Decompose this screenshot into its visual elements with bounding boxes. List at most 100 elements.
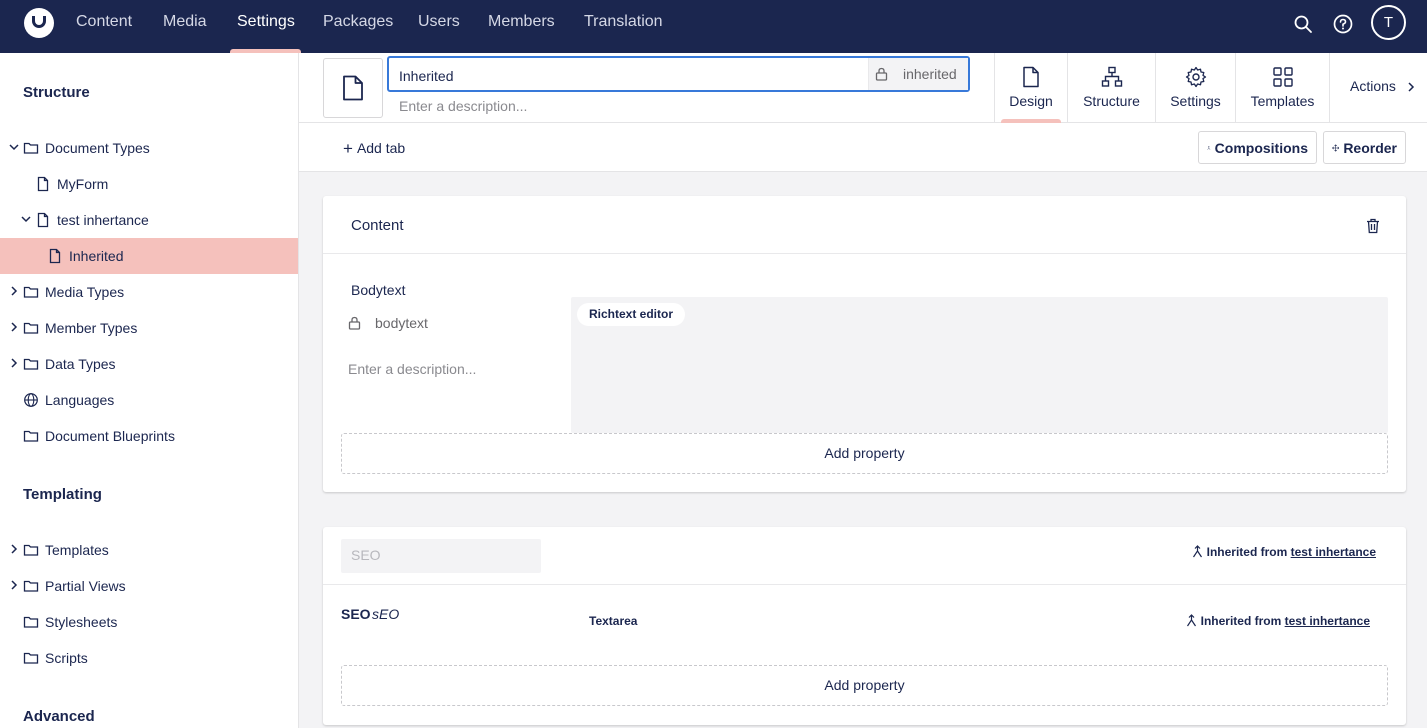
tree-item-label: Data Types: [45, 356, 116, 372]
property-alias: bodytext: [375, 315, 428, 331]
tree-item-label: Stylesheets: [45, 614, 118, 630]
umbraco-logo-icon[interactable]: [24, 8, 54, 38]
lock-icon[interactable]: [875, 67, 888, 81]
tab-structure[interactable]: Structure: [1067, 53, 1155, 123]
tab-label: Structure: [1083, 93, 1140, 109]
chevron-right-icon[interactable]: [8, 579, 20, 591]
tree-item-label: test inhertance: [57, 212, 149, 228]
group-header: Content: [323, 196, 1406, 254]
name-input[interactable]: Inherited inherited: [387, 56, 970, 92]
group-name-input: SEO: [341, 539, 541, 573]
nav-content[interactable]: Content: [76, 13, 132, 31]
chevron-right-icon[interactable]: [8, 357, 20, 369]
document-icon: [343, 75, 363, 101]
nav-translation[interactable]: Translation: [584, 13, 663, 31]
tree-item-label: Templates: [45, 542, 109, 558]
add-tab-button[interactable]: + Add tab: [343, 138, 405, 158]
inherited-prefix: Inherited from: [1200, 614, 1282, 628]
help-icon[interactable]: [1333, 14, 1353, 34]
alias-field[interactable]: inherited: [868, 58, 968, 90]
tab-templates[interactable]: Templates: [1235, 53, 1329, 123]
nav-settings[interactable]: Settings: [237, 13, 295, 31]
editor-header: Inherited inherited Enter a description.…: [299, 53, 1427, 123]
tree-item-label: Document Types: [45, 140, 150, 156]
chevron-down-icon[interactable]: [20, 213, 32, 225]
tab-label: Design: [1009, 93, 1053, 109]
reorder-label: Reorder: [1343, 139, 1397, 156]
folder-icon: [23, 358, 39, 370]
inherited-prefix: Inherited from: [1206, 545, 1288, 559]
tree-item-label: MyForm: [57, 176, 109, 192]
tab-design[interactable]: Design: [994, 53, 1067, 123]
group-card-content: Content Bodytext bodytext Enter a descri…: [323, 196, 1406, 492]
tab-label: Templates: [1250, 93, 1315, 109]
user-avatar[interactable]: T: [1371, 5, 1406, 40]
add-property-button[interactable]: Add property: [341, 665, 1388, 706]
property-editor-name: Textarea: [589, 614, 638, 628]
lock-icon[interactable]: [348, 316, 361, 330]
nav-media[interactable]: Media: [163, 13, 207, 31]
templates-grid-icon: [1273, 67, 1293, 87]
chevron-down-icon[interactable]: [8, 141, 20, 153]
merge-arrow-icon: [1193, 545, 1203, 558]
document-icon: [1023, 66, 1039, 88]
tree-item-label: Media Types: [45, 284, 125, 300]
sidebar: Structure Document Types MyForm test inh…: [0, 53, 299, 728]
add-tab-label: Add tab: [356, 140, 406, 156]
tree-item-member-types[interactable]: Member Types: [0, 310, 298, 346]
tree-item-stylesheets[interactable]: Stylesheets: [0, 604, 298, 640]
chevron-right-icon: [1408, 82, 1415, 92]
tree-item-myform[interactable]: MyForm: [0, 166, 298, 202]
nav-packages[interactable]: Packages: [323, 13, 393, 31]
description-input[interactable]: Enter a description...: [399, 98, 527, 114]
nav-members[interactable]: Members: [488, 13, 555, 31]
property-editor-preview[interactable]: Richtext editor: [571, 297, 1388, 433]
move-icon: [1332, 143, 1340, 152]
tab-settings[interactable]: Settings: [1155, 53, 1235, 123]
tree-item-templates[interactable]: Templates: [0, 532, 298, 568]
tree-item-languages[interactable]: Languages: [0, 382, 298, 418]
plus-icon: +: [343, 139, 353, 158]
chevron-right-icon[interactable]: [8, 285, 20, 297]
tree-item-partial-views[interactable]: Partial Views: [0, 568, 298, 604]
merge-arrow-icon: [1187, 614, 1197, 627]
search-icon[interactable]: [1293, 14, 1313, 34]
name-input-value[interactable]: Inherited: [399, 68, 453, 84]
sidebar-heading-templating: Templating: [23, 486, 102, 503]
document-type-icon-picker[interactable]: [323, 58, 383, 118]
document-icon: [37, 212, 49, 228]
tree-item-document-blueprints[interactable]: Document Blueprints: [0, 418, 298, 454]
top-navigation-bar: Content Media Settings Packages Users Me…: [0, 0, 1427, 53]
compositions-button[interactable]: Compositions: [1198, 131, 1317, 164]
reorder-button[interactable]: Reorder: [1323, 131, 1406, 164]
tree-item-media-types[interactable]: Media Types: [0, 274, 298, 310]
alias-value: inherited: [903, 66, 957, 82]
inherited-from-note: Inherited from test inhertance: [1192, 545, 1376, 559]
folder-icon: [23, 616, 39, 628]
group-name-input[interactable]: Content: [351, 217, 404, 234]
property-description-input[interactable]: Enter a description...: [348, 361, 476, 377]
inherited-from-link[interactable]: test inhertance: [1285, 614, 1370, 628]
trash-icon[interactable]: [1366, 218, 1380, 234]
tab-label: Settings: [1170, 93, 1221, 109]
folder-icon: [23, 142, 39, 154]
inherited-from-link[interactable]: test inhertance: [1291, 545, 1376, 559]
tree-item-inherited[interactable]: Inherited: [0, 238, 298, 274]
nav-users[interactable]: Users: [418, 13, 460, 31]
folder-icon: [23, 322, 39, 334]
chevron-right-icon[interactable]: [8, 543, 20, 555]
sidebar-heading-structure: Structure: [23, 84, 90, 101]
chevron-right-icon[interactable]: [8, 321, 20, 333]
group-card-seo: SEO Inherited from test inhertance SEO s…: [323, 527, 1406, 725]
folder-icon: [23, 430, 39, 442]
add-property-button[interactable]: Add property: [341, 433, 1388, 474]
property-name[interactable]: Bodytext: [351, 282, 405, 298]
actions-menu[interactable]: Actions: [1329, 53, 1427, 123]
tree-item-document-types[interactable]: Document Types: [0, 130, 298, 166]
document-icon: [37, 176, 49, 192]
compositions-label: Compositions: [1214, 139, 1308, 156]
tree-item-test-inhertance[interactable]: test inhertance: [0, 202, 298, 238]
tree-item-label: Scripts: [45, 650, 88, 666]
tree-item-data-types[interactable]: Data Types: [0, 346, 298, 382]
tree-item-scripts[interactable]: Scripts: [0, 640, 298, 676]
